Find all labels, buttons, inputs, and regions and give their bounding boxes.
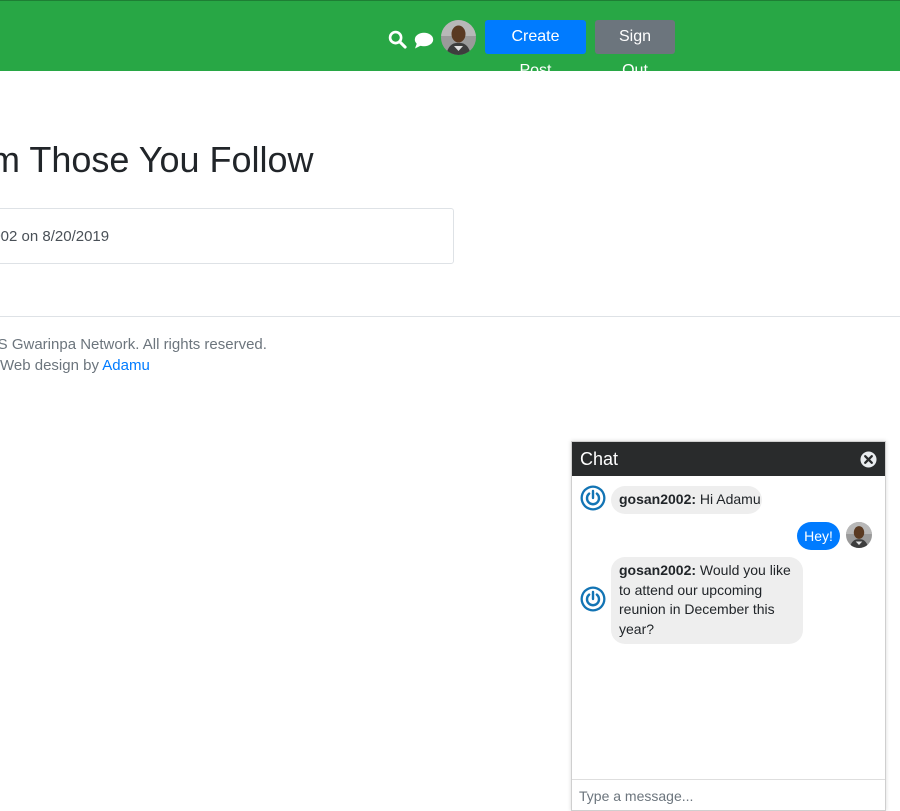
user-avatar[interactable]	[441, 20, 476, 55]
chat-message: gosan2002: Would you like to attend our …	[611, 557, 803, 644]
chat-input-area	[572, 779, 885, 811]
chat-message: gosan2002: Hi Adamu	[611, 486, 762, 514]
chat-title: Chat	[580, 449, 619, 469]
chat-message-sender: gosan2002:	[619, 491, 697, 507]
feed-post-item[interactable]: 2002 on 8/20/2019	[0, 208, 454, 264]
page-title: rom Those You Follow	[0, 139, 314, 180]
footer-credit-link[interactable]: Adamu	[102, 357, 150, 374]
footer-copyright: GSS Gwarinpa Network. All rights reserve…	[0, 336, 267, 353]
user-avatar	[846, 522, 872, 548]
top-navbar: Create Post Sign Out	[0, 0, 900, 79]
search-icon[interactable]	[388, 30, 407, 49]
footer-credit: Web design by Adamu	[0, 357, 150, 374]
sign-out-button[interactable]: Sign Out	[595, 20, 675, 79]
chat-message-text: Hi Adamu	[696, 491, 761, 507]
footer-credit-prefix: Web design by	[0, 357, 103, 374]
power-icon	[580, 485, 606, 511]
chat-message-input[interactable]	[572, 780, 885, 811]
post-meta-text: 2002 on 8/20/2019	[0, 228, 110, 245]
footer-divider	[0, 316, 900, 317]
page: Create Post Sign Out rom Those You Follo…	[0, 0, 900, 811]
chat-window: Chat gosan2002: Hi Adamu Hey! gosan2002:…	[571, 441, 886, 811]
create-post-button[interactable]: Create Post	[485, 20, 586, 79]
chat-icon[interactable]	[414, 32, 434, 49]
close-icon[interactable]	[860, 451, 877, 468]
chat-message-sender: gosan2002:	[619, 562, 697, 578]
chat-message-self: Hey!	[797, 522, 840, 550]
chat-header: Chat	[572, 442, 885, 476]
power-icon	[580, 586, 606, 612]
